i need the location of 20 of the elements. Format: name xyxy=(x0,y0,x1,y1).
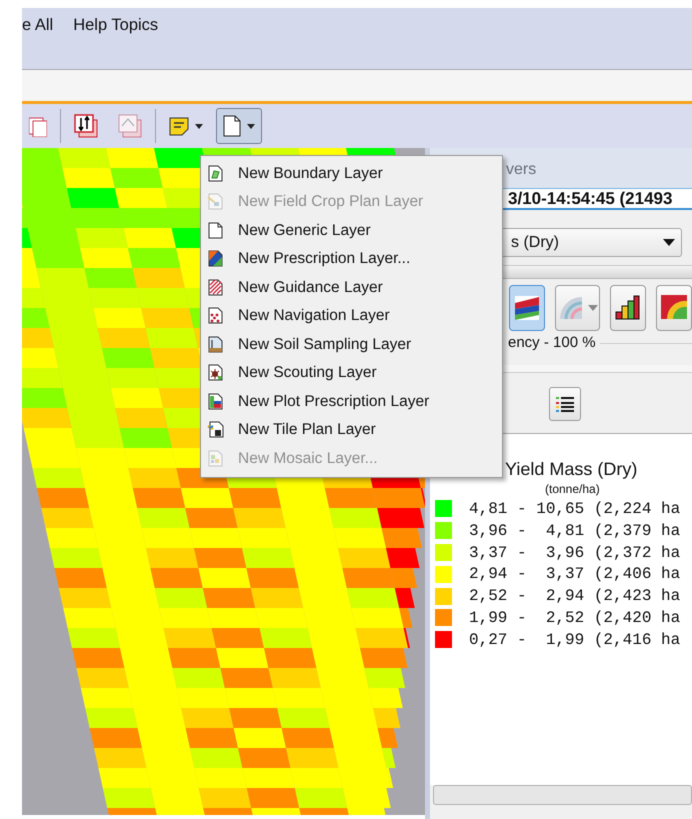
legend-text: 1,99 - 2,52 (2,420 ha xyxy=(469,608,680,629)
legend-title: Yield Mass (Dry) xyxy=(504,458,638,480)
legend-text: 3,37 - 3,96 (2,372 ha xyxy=(469,542,680,564)
panel-title: vers xyxy=(506,161,536,178)
menu-item[interactable]: New Plot Prescription Layer xyxy=(203,387,502,416)
menu-item[interactable]: e All xyxy=(22,13,54,35)
menu-item[interactable]: New Tile Plan Layer xyxy=(203,416,502,444)
legend-text: 0,27 - 1,99 (2,416 ha xyxy=(469,630,680,651)
menu-item[interactable]: New Scouting Layer xyxy=(203,358,502,387)
legend-text: 3,96 - 4,81 (2,379 ha xyxy=(469,520,680,542)
legend-text: 4,81 - 10,65 (2,224 ha xyxy=(469,498,680,520)
menu-item[interactable]: Help Topics xyxy=(73,13,158,35)
legend-text: 2,52 - 2,94 (2,423 ha xyxy=(469,586,680,608)
menu-item[interactable]: New Boundary Layer xyxy=(203,159,502,188)
transparency-label: ency - 100 % xyxy=(508,332,596,353)
legend-text: 2,94 - 3,37 (2,406 ha xyxy=(469,564,680,586)
menu-item[interactable]: New Guidance Layer xyxy=(203,273,502,302)
menu-item[interactable]: New Navigation Layer xyxy=(203,302,502,330)
menu-item[interactable]: New Soil Sampling Layer xyxy=(203,330,502,358)
legend-unit: (tonne/ha) xyxy=(544,481,601,498)
